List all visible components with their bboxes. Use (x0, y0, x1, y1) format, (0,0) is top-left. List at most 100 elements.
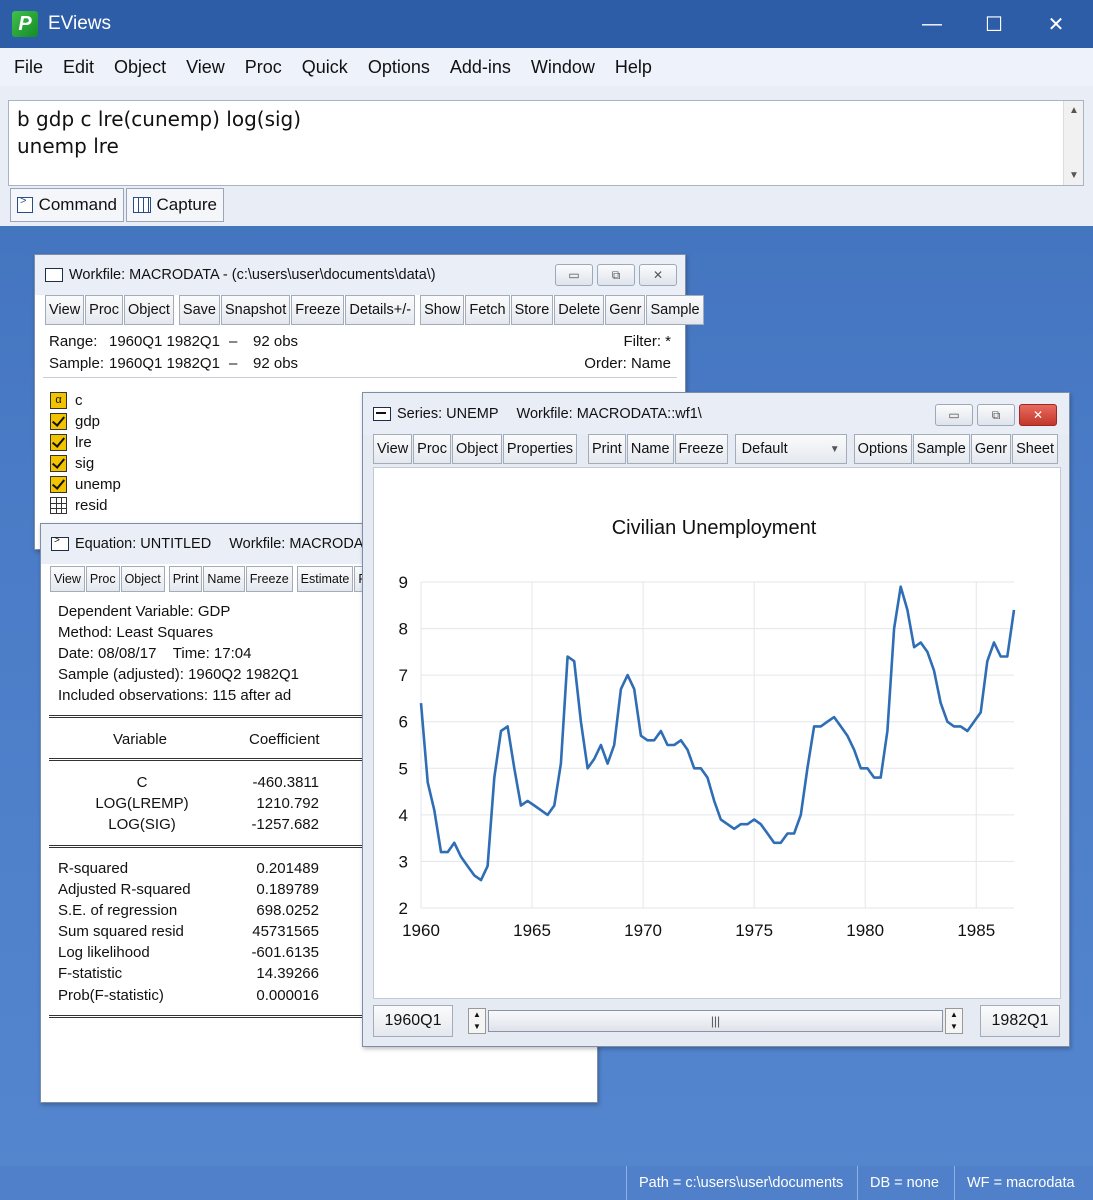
wf-genr-button[interactable]: Genr (605, 295, 646, 325)
menu-help[interactable]: Help (605, 57, 662, 78)
scroll-up-icon[interactable]: ▲ (1069, 105, 1079, 116)
tab-capture[interactable]: Capture (126, 188, 224, 222)
x-tick-label: 1965 (513, 921, 551, 940)
status-db[interactable]: DB = none (857, 1166, 953, 1200)
eq-object-button[interactable]: Object (120, 566, 165, 592)
sample-label: Sample: (49, 355, 105, 372)
status-path[interactable]: Path = c:\users\user\documents (626, 1166, 856, 1200)
menu-window[interactable]: Window (521, 57, 605, 78)
graph-type-dropdown[interactable]: Default ▼ (734, 434, 847, 464)
series-options-button[interactable]: Options (853, 434, 912, 464)
command-line-1[interactable]: b gdp c lre(cunemp) log(sig) (17, 107, 301, 131)
y-tick-label: 2 (399, 899, 408, 918)
range-value[interactable]: 1960Q1 1982Q1 (109, 333, 220, 350)
scroll-end-label[interactable]: 1982Q1 (980, 1005, 1060, 1037)
eviews-logo-icon: P (12, 11, 38, 37)
close-button[interactable]: ✕ (1025, 0, 1087, 48)
scroll-thumb[interactable]: ||| (488, 1010, 943, 1032)
series-view-button[interactable]: View (373, 434, 413, 464)
scroll-down-icon[interactable]: ▼ (1069, 170, 1079, 181)
workfile-close-button[interactable]: ✕ (639, 264, 677, 286)
series-title: Series: UNEMP (397, 406, 499, 422)
command-line-2[interactable]: unemp lre (17, 134, 119, 158)
tab-command[interactable]: > Command (10, 188, 124, 222)
menu-proc[interactable]: Proc (235, 57, 292, 78)
eq-name-button[interactable]: Name (203, 566, 245, 592)
wf-store-button[interactable]: Store (510, 295, 554, 325)
start-spinner[interactable]: ▲ ▼ (468, 1008, 486, 1034)
end-spinner[interactable]: ▲ ▼ (945, 1008, 963, 1034)
sample-dash: – (229, 355, 238, 372)
workfile-object-sig[interactable]: sig (50, 453, 94, 473)
col-variable: Variable (113, 731, 167, 748)
dropdown-value: Default (741, 441, 788, 457)
wf-freeze-button[interactable]: Freeze (291, 295, 345, 325)
wf-view-button[interactable]: View (45, 295, 85, 325)
workfile-divider (43, 377, 677, 378)
stat-value: -601.6135 (251, 944, 319, 961)
workfile-object-gdp[interactable]: gdp (50, 411, 100, 431)
eq-freeze-button[interactable]: Freeze (245, 566, 293, 592)
eq-print-button[interactable]: Print (168, 566, 203, 592)
wf-proc-button[interactable]: Proc (85, 295, 123, 325)
stat-value: 0.189789 (256, 881, 319, 898)
workfile-restore-button[interactable]: ⧉ (597, 264, 635, 286)
maximize-button[interactable]: ☐ (963, 0, 1025, 48)
menu-edit[interactable]: Edit (53, 57, 104, 78)
menu-options[interactable]: Options (358, 57, 440, 78)
x-tick-label: 1960 (402, 921, 440, 940)
stat-label: R-squared (58, 860, 129, 877)
wf-fetch-button[interactable]: Fetch (465, 295, 510, 325)
menu-addins[interactable]: Add-ins (440, 57, 521, 78)
range-dash: – (229, 333, 238, 350)
workfile-object-unemp[interactable]: unemp (50, 474, 121, 494)
series-sheet-button[interactable]: Sheet (1012, 434, 1058, 464)
included-observations: Included observations: 115 after ad (58, 687, 292, 704)
series-print-button[interactable]: Print (588, 434, 626, 464)
y-tick-label: 4 (399, 806, 408, 825)
status-wf[interactable]: WF = macrodata (954, 1166, 1093, 1200)
series-proc-button[interactable]: Proc (413, 434, 451, 464)
stat-label: S.E. of regression (58, 902, 178, 919)
series-close-button[interactable]: ✕ (1019, 404, 1057, 426)
menu-file[interactable]: File (4, 57, 53, 78)
order-text[interactable]: Order: Name (584, 355, 671, 372)
minimize-button[interactable]: — (901, 0, 963, 48)
wf-object-button[interactable]: Object (124, 295, 174, 325)
series-restore-button[interactable]: ⧉ (977, 404, 1015, 426)
wf-show-button[interactable]: Show (420, 295, 465, 325)
wf-save-button[interactable]: Save (178, 295, 220, 325)
x-tick-label: 1985 (957, 921, 995, 940)
sample-obs: 92 obs (253, 355, 299, 372)
command-input[interactable]: b gdp c lre(cunemp) log(sig) unemp lre ▲… (8, 100, 1084, 186)
menu-object[interactable]: Object (104, 57, 176, 78)
series-properties-button[interactable]: Properties (502, 434, 578, 464)
menu-quick[interactable]: Quick (292, 57, 358, 78)
filter-text[interactable]: Filter: * (623, 333, 671, 350)
eq-view-button[interactable]: View (50, 566, 85, 592)
sample-value[interactable]: 1960Q1 1982Q1 (109, 355, 220, 372)
eq-proc-button[interactable]: Proc (85, 566, 120, 592)
wf-delete-button[interactable]: Delete (554, 295, 605, 325)
wf-sample-button[interactable]: Sample (646, 295, 704, 325)
series-freeze-button[interactable]: Freeze (674, 434, 728, 464)
sample-adjusted: Sample (adjusted): 1960Q2 1982Q1 (58, 666, 299, 683)
workfile-object-lre[interactable]: lre (50, 432, 92, 452)
series-object-button[interactable]: Object (452, 434, 502, 464)
eq-estimate-button[interactable]: Estimate (296, 566, 354, 592)
workfile-object-c[interactable]: α c (50, 390, 83, 410)
object-name: resid (75, 496, 108, 514)
series-sample-button[interactable]: Sample (912, 434, 970, 464)
series-name-button[interactable]: Name (626, 434, 674, 464)
command-scrollbar[interactable]: ▲ ▼ (1063, 101, 1083, 185)
workfile-minimize-button[interactable]: ▭ (555, 264, 593, 286)
x-axis: 1960 1965 1970 1975 1980 1985 (402, 921, 995, 940)
series-genr-button[interactable]: Genr (970, 434, 1012, 464)
wf-snapshot-button[interactable]: Snapshot (220, 295, 291, 325)
wf-details-button[interactable]: Details+/- (345, 295, 416, 325)
workfile-object-resid[interactable]: resid (50, 495, 108, 515)
series-minimize-button[interactable]: ▭ (935, 404, 973, 426)
series-check-icon (50, 475, 67, 493)
menu-view[interactable]: View (176, 57, 235, 78)
scroll-start-label[interactable]: 1960Q1 (373, 1005, 453, 1037)
